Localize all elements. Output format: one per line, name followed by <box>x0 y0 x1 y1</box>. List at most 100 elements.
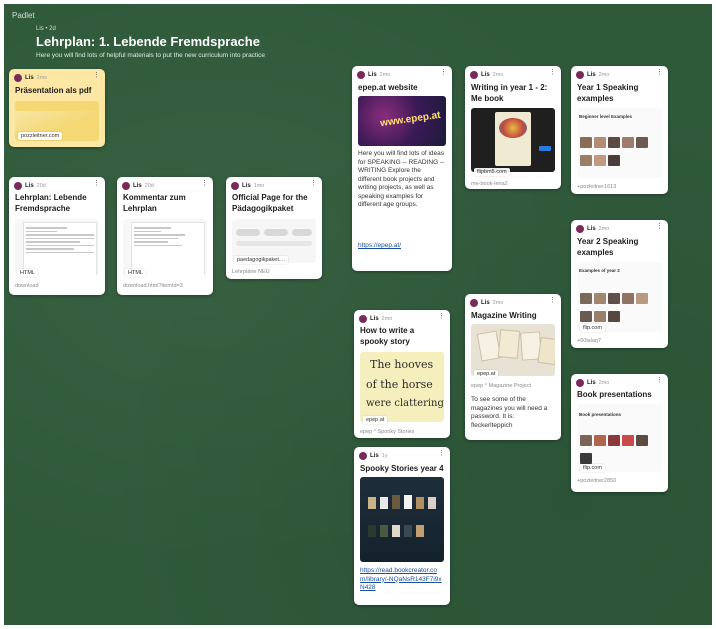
attachment-domain: epep.at <box>474 370 499 378</box>
post-title: Magazine Writing <box>471 311 537 320</box>
post-header: Lis 2mo <box>576 378 609 388</box>
more-options-icon[interactable]: ⋮ <box>656 223 663 230</box>
word-cloud-text: www.epep.at <box>379 109 442 130</box>
attachment-thumbnail[interactable] <box>471 324 555 376</box>
attachment-source: Lehrpläne NEU <box>232 269 270 275</box>
author-name: Lis <box>587 226 596 232</box>
post-title: Präsentation als pdf <box>15 86 92 95</box>
post-spooky-story[interactable]: Lis 2mo ⋮ How to write a spooky story The… <box>354 310 450 438</box>
post-spooky-stories-year4[interactable]: Lis 1y ⋮ Spooky Stories year 4 https://re… <box>354 447 450 605</box>
handwriting-line: were clattering <box>366 398 444 409</box>
flip-preview[interactable]: Examples of year 2 <box>577 262 662 332</box>
handwriting-preview[interactable]: The hooves of the horse were clattering <box>360 352 444 422</box>
attachment-thumbnail[interactable]: www.epep.at <box>358 96 446 146</box>
post-body: Here you will find lots of ideas for SPE… <box>358 150 445 208</box>
post-header: Lis 2mo <box>357 70 390 80</box>
author-name: Lis <box>481 300 490 306</box>
avatar <box>14 182 22 190</box>
post-official-page[interactable]: Lis 1mo ⋮ Official Page for the Pädagogik… <box>226 177 322 279</box>
author-name: Lis <box>587 380 596 386</box>
preview-heading: Beginner level Examples <box>579 114 633 119</box>
handwriting-line: of the horse <box>366 378 433 391</box>
attachment-source: epep ° Spooky Stories <box>360 429 415 435</box>
post-age: 2mo <box>492 72 504 78</box>
attachment-domain: flip.com <box>580 324 605 332</box>
post-header: Lis 2mo <box>576 70 609 80</box>
attachment-source: download <box>15 283 39 289</box>
flip-preview[interactable]: Book presentations <box>577 404 662 472</box>
more-options-icon[interactable]: ⋮ <box>93 180 100 187</box>
attachment-domain: epep.at <box>363 416 388 424</box>
flip-preview[interactable]: Beginner level Examples <box>577 108 662 178</box>
post-title: Writing in year 1 - 2: Me book <box>471 83 548 103</box>
post-praesentation[interactable]: Lis 2mo ⋮ Präsentation als pdf pozzleitne… <box>9 69 105 147</box>
board-description: Here you will find lots of helpful mater… <box>36 52 266 59</box>
post-lehrplan[interactable]: Lis 20d ⋮ Lehrplan: Lebende Fremdsprache … <box>9 177 105 295</box>
bookshelf-preview[interactable] <box>360 477 444 562</box>
post-header: Lis 20d <box>122 181 154 191</box>
document-preview[interactable] <box>15 219 99 275</box>
more-options-icon[interactable]: ⋮ <box>440 69 447 76</box>
post-header: Lis 20d <box>14 181 46 191</box>
more-options-icon[interactable]: ⋮ <box>656 377 663 384</box>
post-link[interactable]: https://read.bookcreator.com/library/-NQ… <box>360 567 442 591</box>
attachment-type: HTML <box>17 269 38 277</box>
post-title: Spooky Stories year 4 <box>360 464 444 473</box>
attachment-type: HTML <box>125 269 146 277</box>
more-options-icon[interactable]: ⋮ <box>310 180 317 187</box>
post-header: Lis 2mo <box>359 314 392 324</box>
post-epep-website[interactable]: Lis 2mo ⋮ epep.at website www.epep.at Her… <box>352 66 452 271</box>
post-year1-speaking[interactable]: Lis 2mo ⋮ Year 1 Speaking examples Beginn… <box>571 66 668 194</box>
padlet-brand[interactable]: Padlet <box>12 11 35 20</box>
post-kommentar[interactable]: Lis 20d ⋮ Kommentar zum Lehrplan HTML dow… <box>117 177 213 295</box>
attachment-domain: flipbm5.com <box>474 168 510 176</box>
post-writing-me-book[interactable]: Lis 2mo ⋮ Writing in year 1 - 2: Me book … <box>465 66 561 189</box>
post-age: 2mo <box>492 300 504 306</box>
post-header: Lis 2mo <box>576 224 609 234</box>
post-magazine-writing[interactable]: Lis 2mo ⋮ Magazine Writing epep.at epep °… <box>465 294 561 440</box>
document-page <box>23 222 97 275</box>
author-name: Lis <box>133 183 142 189</box>
more-options-icon[interactable]: ⋮ <box>93 72 100 79</box>
avatar <box>231 182 239 190</box>
more-options-icon[interactable]: ⋮ <box>438 313 445 320</box>
avatar <box>470 299 478 307</box>
avatar <box>357 71 365 79</box>
attachment-domain: flip.com <box>580 464 605 472</box>
post-title: Lehrplan: Lebende Fremdsprache <box>15 193 87 213</box>
post-book-presentations[interactable]: Lis 2mo ⋮ Book presentations Book present… <box>571 374 668 492</box>
document-preview[interactable] <box>123 219 207 275</box>
post-age: 2mo <box>381 316 393 322</box>
post-link-wrap: https://read.bookcreator.com/library/-NQ… <box>360 567 444 593</box>
more-options-icon[interactable]: ⋮ <box>201 180 208 187</box>
author-name: Lis <box>481 72 490 78</box>
handwriting-line: The hooves <box>370 358 434 371</box>
attachment-domain: pozzleitner.com <box>18 132 63 140</box>
preview-heading: Book presentations <box>579 412 622 417</box>
post-header: Lis 2mo <box>470 70 503 80</box>
post-title: Year 1 Speaking examples <box>577 83 639 103</box>
more-options-icon[interactable]: ⋮ <box>549 69 556 76</box>
attachment-source: download.html?itemId=3 <box>123 283 183 289</box>
board-title: Lehrplan: 1. Lebende Fremdsprache <box>36 34 260 49</box>
post-title: Book presentations <box>577 390 652 399</box>
post-header: Lis 1mo <box>231 181 264 191</box>
post-link[interactable]: https://epep.at/ <box>358 242 401 249</box>
flipbook-preview[interactable] <box>471 108 555 172</box>
post-header: Lis 2mo <box>470 298 503 308</box>
more-options-icon[interactable]: ⋮ <box>438 450 445 457</box>
padlet-board: Padlet Lis • 2d Lehrplan: 1. Lebende Fre… <box>4 4 712 625</box>
post-year2-speaking[interactable]: Lis 2mo ⋮ Year 2 Speaking examples Exampl… <box>571 220 668 348</box>
post-age: 2mo <box>598 72 610 78</box>
post-title: epep.at website <box>358 83 418 92</box>
avatar <box>359 315 367 323</box>
attachment-source: epep ° Magazine Project <box>471 383 531 389</box>
attachment-source: me-book-lena2 <box>471 181 508 187</box>
more-options-icon[interactable]: ⋮ <box>656 69 663 76</box>
avatar <box>359 452 367 460</box>
more-options-icon[interactable]: ⋮ <box>549 297 556 304</box>
author-name: Lis <box>368 72 377 78</box>
post-header: Lis 1y <box>359 451 387 461</box>
author-name: Lis <box>25 183 34 189</box>
attachment-source: +60lalaq7 <box>577 338 602 344</box>
